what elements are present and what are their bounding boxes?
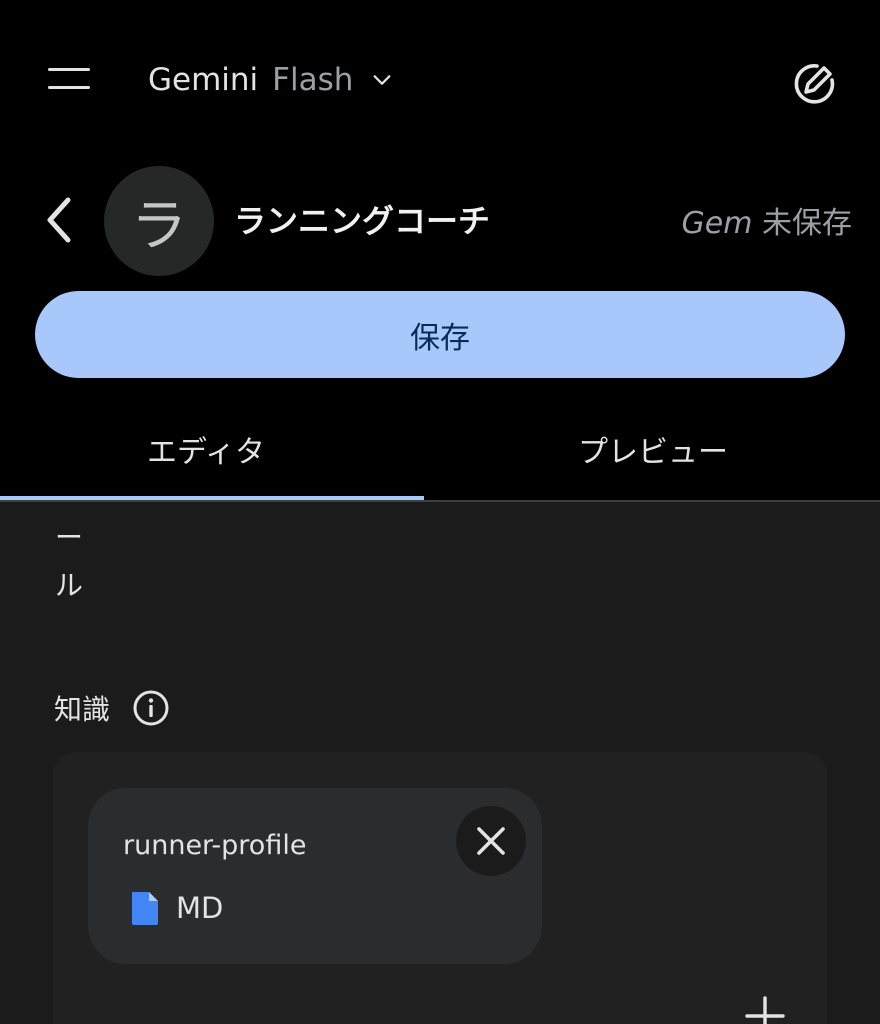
tab-preview[interactable]: プレビュー — [430, 400, 876, 498]
app-name: Gemini — [148, 62, 259, 98]
close-icon — [477, 827, 505, 855]
top-app-bar: Gemini Flash — [0, 0, 880, 160]
instructions-label-fragment: ー ル — [54, 514, 84, 610]
file-type-label: MD — [176, 891, 224, 925]
editor-content[interactable]: ー ル 知識 runner-profile MD — [0, 502, 880, 1024]
gem-title: ランニングコーチ — [234, 202, 491, 240]
editor-preview-tabs: エディタ プレビュー — [0, 400, 880, 502]
fragment-char: ル — [54, 569, 83, 602]
gem-editor-screen: Gemini Flash ラ ランニングコーチ Gem 未保存 保存 エディタ … — [0, 0, 880, 1024]
save-button[interactable]: 保存 — [35, 291, 845, 378]
tab-editor[interactable]: エディタ — [0, 400, 424, 498]
info-icon[interactable] — [132, 689, 170, 727]
back-arrow-icon[interactable] — [36, 192, 82, 248]
active-tab-indicator — [0, 496, 424, 500]
add-file-icon[interactable] — [741, 992, 789, 1024]
model-switcher[interactable]: Gemini Flash — [148, 58, 393, 102]
knowledge-section-header: 知識 — [54, 688, 170, 728]
hamburger-menu-icon[interactable] — [46, 62, 94, 98]
knowledge-file-card[interactable]: runner-profile MD — [88, 788, 542, 964]
fragment-char: ー — [54, 521, 83, 554]
remove-file-button[interactable] — [456, 806, 526, 876]
file-name: runner-profile — [123, 830, 307, 861]
edit-pen-icon[interactable] — [788, 58, 840, 106]
chevron-down-icon — [373, 75, 391, 85]
gem-status-suffix: 未保存 — [762, 206, 852, 241]
knowledge-label: 知識 — [54, 693, 111, 726]
gem-status-prefix: Gem — [681, 206, 753, 241]
file-type-row: MD — [130, 890, 223, 926]
gem-save-status: Gem 未保存 — [682, 198, 852, 242]
gem-avatar: ラ — [104, 166, 214, 276]
avatar-letter: ラ — [131, 193, 187, 259]
document-icon — [132, 892, 158, 925]
knowledge-panel: runner-profile MD — [53, 752, 827, 1024]
model-name: Flash — [272, 62, 354, 98]
